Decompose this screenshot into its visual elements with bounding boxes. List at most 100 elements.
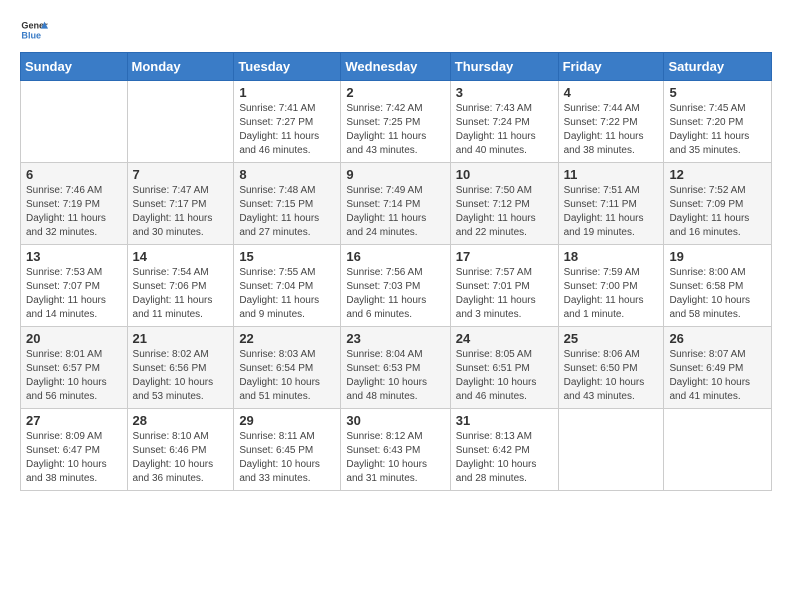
column-header-monday: Monday <box>127 53 234 81</box>
day-info: Sunrise: 8:12 AMSunset: 6:43 PMDaylight:… <box>346 430 444 486</box>
day-info: Sunrise: 7:42 AMSunset: 7:25 PMDaylight:… <box>346 102 444 158</box>
calendar-cell: 16 Sunrise: 7:56 AMSunset: 7:03 PMDayligh… <box>341 245 450 327</box>
day-info: Sunrise: 7:57 AMSunset: 7:01 PMDaylight:… <box>456 266 553 322</box>
day-number: 20 <box>26 331 122 346</box>
day-info: Sunrise: 7:47 AMSunset: 7:17 PMDaylight:… <box>133 184 229 240</box>
calendar-cell <box>664 409 772 491</box>
day-number: 9 <box>346 167 444 182</box>
calendar-table: SundayMondayTuesdayWednesdayThursdayFrid… <box>20 52 772 491</box>
day-number: 3 <box>456 85 553 100</box>
day-number: 11 <box>564 167 659 182</box>
calendar-cell <box>558 409 664 491</box>
calendar-cell: 3 Sunrise: 7:43 AMSunset: 7:24 PMDaylight… <box>450 81 558 163</box>
calendar-cell: 25 Sunrise: 8:06 AMSunset: 6:50 PMDayligh… <box>558 327 664 409</box>
day-info: Sunrise: 7:46 AMSunset: 7:19 PMDaylight:… <box>26 184 122 240</box>
day-number: 4 <box>564 85 659 100</box>
week-row-1: 1Sunrise: 7:41 AMSunset: 7:27 PMDaylight… <box>21 81 772 163</box>
day-info: Sunrise: 7:56 AMSunset: 7:03 PMDaylight:… <box>346 266 444 322</box>
day-info: Sunrise: 8:04 AMSunset: 6:53 PMDaylight:… <box>346 348 444 404</box>
calendar-cell: 15 Sunrise: 7:55 AMSunset: 7:04 PMDayligh… <box>234 245 341 327</box>
calendar-cell: 30Sunrise: 8:12 AMSunset: 6:43 PMDayligh… <box>341 409 450 491</box>
day-info: Sunrise: 8:03 AMSunset: 6:54 PMDaylight:… <box>239 348 335 404</box>
day-number: 31 <box>456 413 553 428</box>
logo: General Blue <box>20 16 48 44</box>
calendar-cell: 23 Sunrise: 8:04 AMSunset: 6:53 PMDayligh… <box>341 327 450 409</box>
day-info: Sunrise: 8:01 AMSunset: 6:57 PMDaylight:… <box>26 348 122 404</box>
calendar-cell: 5 Sunrise: 7:45 AMSunset: 7:20 PMDaylight… <box>664 81 772 163</box>
day-number: 21 <box>133 331 229 346</box>
calendar-cell: 31Sunrise: 8:13 AMSunset: 6:42 PMDayligh… <box>450 409 558 491</box>
column-header-wednesday: Wednesday <box>341 53 450 81</box>
header-row: SundayMondayTuesdayWednesdayThursdayFrid… <box>21 53 772 81</box>
day-number: 24 <box>456 331 553 346</box>
day-info: Sunrise: 7:59 AMSunset: 7:00 PMDaylight:… <box>564 266 659 322</box>
calendar-cell: 24 Sunrise: 8:05 AMSunset: 6:51 PMDayligh… <box>450 327 558 409</box>
calendar-cell: 9 Sunrise: 7:49 AMSunset: 7:14 PMDaylight… <box>341 163 450 245</box>
day-number: 14 <box>133 249 229 264</box>
column-header-thursday: Thursday <box>450 53 558 81</box>
day-number: 10 <box>456 167 553 182</box>
calendar-cell: 10 Sunrise: 7:50 AMSunset: 7:12 PMDayligh… <box>450 163 558 245</box>
day-info: Sunrise: 7:54 AMSunset: 7:06 PMDaylight:… <box>133 266 229 322</box>
calendar-cell: 26 Sunrise: 8:07 AMSunset: 6:49 PMDayligh… <box>664 327 772 409</box>
calendar-body: 1Sunrise: 7:41 AMSunset: 7:27 PMDaylight… <box>21 81 772 491</box>
day-info: Sunrise: 7:53 AMSunset: 7:07 PMDaylight:… <box>26 266 122 322</box>
calendar-cell: 14 Sunrise: 7:54 AMSunset: 7:06 PMDayligh… <box>127 245 234 327</box>
calendar-cell: 4Sunrise: 7:44 AMSunset: 7:22 PMDaylight… <box>558 81 664 163</box>
day-info: Sunrise: 8:07 AMSunset: 6:49 PMDaylight:… <box>669 348 766 404</box>
day-info: Sunrise: 7:49 AMSunset: 7:14 PMDaylight:… <box>346 184 444 240</box>
day-number: 18 <box>564 249 659 264</box>
day-info: Sunrise: 8:11 AMSunset: 6:45 PMDaylight:… <box>239 430 335 486</box>
day-info: Sunrise: 7:45 AMSunset: 7:20 PMDaylight:… <box>669 102 766 158</box>
column-header-friday: Friday <box>558 53 664 81</box>
calendar-cell: 22 Sunrise: 8:03 AMSunset: 6:54 PMDayligh… <box>234 327 341 409</box>
header: General Blue <box>20 16 772 44</box>
day-info: Sunrise: 8:02 AMSunset: 6:56 PMDaylight:… <box>133 348 229 404</box>
day-info: Sunrise: 8:06 AMSunset: 6:50 PMDaylight:… <box>564 348 659 404</box>
day-info: Sunrise: 7:41 AMSunset: 7:27 PMDaylight:… <box>239 102 335 158</box>
day-info: Sunrise: 8:00 AMSunset: 6:58 PMDaylight:… <box>669 266 766 322</box>
day-number: 29 <box>239 413 335 428</box>
day-info: Sunrise: 7:55 AMSunset: 7:04 PMDaylight:… <box>239 266 335 322</box>
day-number: 25 <box>564 331 659 346</box>
column-header-tuesday: Tuesday <box>234 53 341 81</box>
calendar-cell <box>127 81 234 163</box>
week-row-2: 6 Sunrise: 7:46 AMSunset: 7:19 PMDaylight… <box>21 163 772 245</box>
day-info: Sunrise: 8:10 AMSunset: 6:46 PMDaylight:… <box>133 430 229 486</box>
day-number: 16 <box>346 249 444 264</box>
day-number: 13 <box>26 249 122 264</box>
day-info: Sunrise: 8:05 AMSunset: 6:51 PMDaylight:… <box>456 348 553 404</box>
calendar-cell: 17Sunrise: 7:57 AMSunset: 7:01 PMDayligh… <box>450 245 558 327</box>
day-number: 7 <box>133 167 229 182</box>
day-info: Sunrise: 7:50 AMSunset: 7:12 PMDaylight:… <box>456 184 553 240</box>
calendar-cell: 19Sunrise: 8:00 AMSunset: 6:58 PMDayligh… <box>664 245 772 327</box>
day-info: Sunrise: 7:52 AMSunset: 7:09 PMDaylight:… <box>669 184 766 240</box>
day-number: 27 <box>26 413 122 428</box>
day-number: 5 <box>669 85 766 100</box>
day-number: 6 <box>26 167 122 182</box>
calendar-cell: 29 Sunrise: 8:11 AMSunset: 6:45 PMDayligh… <box>234 409 341 491</box>
day-number: 22 <box>239 331 335 346</box>
day-info: Sunrise: 8:09 AMSunset: 6:47 PMDaylight:… <box>26 430 122 486</box>
logo-icon: General Blue <box>20 16 48 44</box>
calendar-cell: 2 Sunrise: 7:42 AMSunset: 7:25 PMDaylight… <box>341 81 450 163</box>
day-info: Sunrise: 7:48 AMSunset: 7:15 PMDaylight:… <box>239 184 335 240</box>
week-row-4: 20 Sunrise: 8:01 AMSunset: 6:57 PMDayligh… <box>21 327 772 409</box>
calendar-cell: 11Sunrise: 7:51 AMSunset: 7:11 PMDayligh… <box>558 163 664 245</box>
calendar-cell <box>21 81 128 163</box>
day-number: 12 <box>669 167 766 182</box>
day-number: 2 <box>346 85 444 100</box>
day-number: 28 <box>133 413 229 428</box>
svg-text:Blue: Blue <box>21 30 41 40</box>
calendar-cell: 12 Sunrise: 7:52 AMSunset: 7:09 PMDayligh… <box>664 163 772 245</box>
calendar-cell: 21 Sunrise: 8:02 AMSunset: 6:56 PMDayligh… <box>127 327 234 409</box>
calendar-cell: 7 Sunrise: 7:47 AMSunset: 7:17 PMDaylight… <box>127 163 234 245</box>
calendar-cell: 27 Sunrise: 8:09 AMSunset: 6:47 PMDayligh… <box>21 409 128 491</box>
column-header-sunday: Sunday <box>21 53 128 81</box>
day-info: Sunrise: 7:43 AMSunset: 7:24 PMDaylight:… <box>456 102 553 158</box>
day-number: 15 <box>239 249 335 264</box>
day-number: 8 <box>239 167 335 182</box>
day-number: 23 <box>346 331 444 346</box>
calendar-cell: 20 Sunrise: 8:01 AMSunset: 6:57 PMDayligh… <box>21 327 128 409</box>
day-number: 26 <box>669 331 766 346</box>
